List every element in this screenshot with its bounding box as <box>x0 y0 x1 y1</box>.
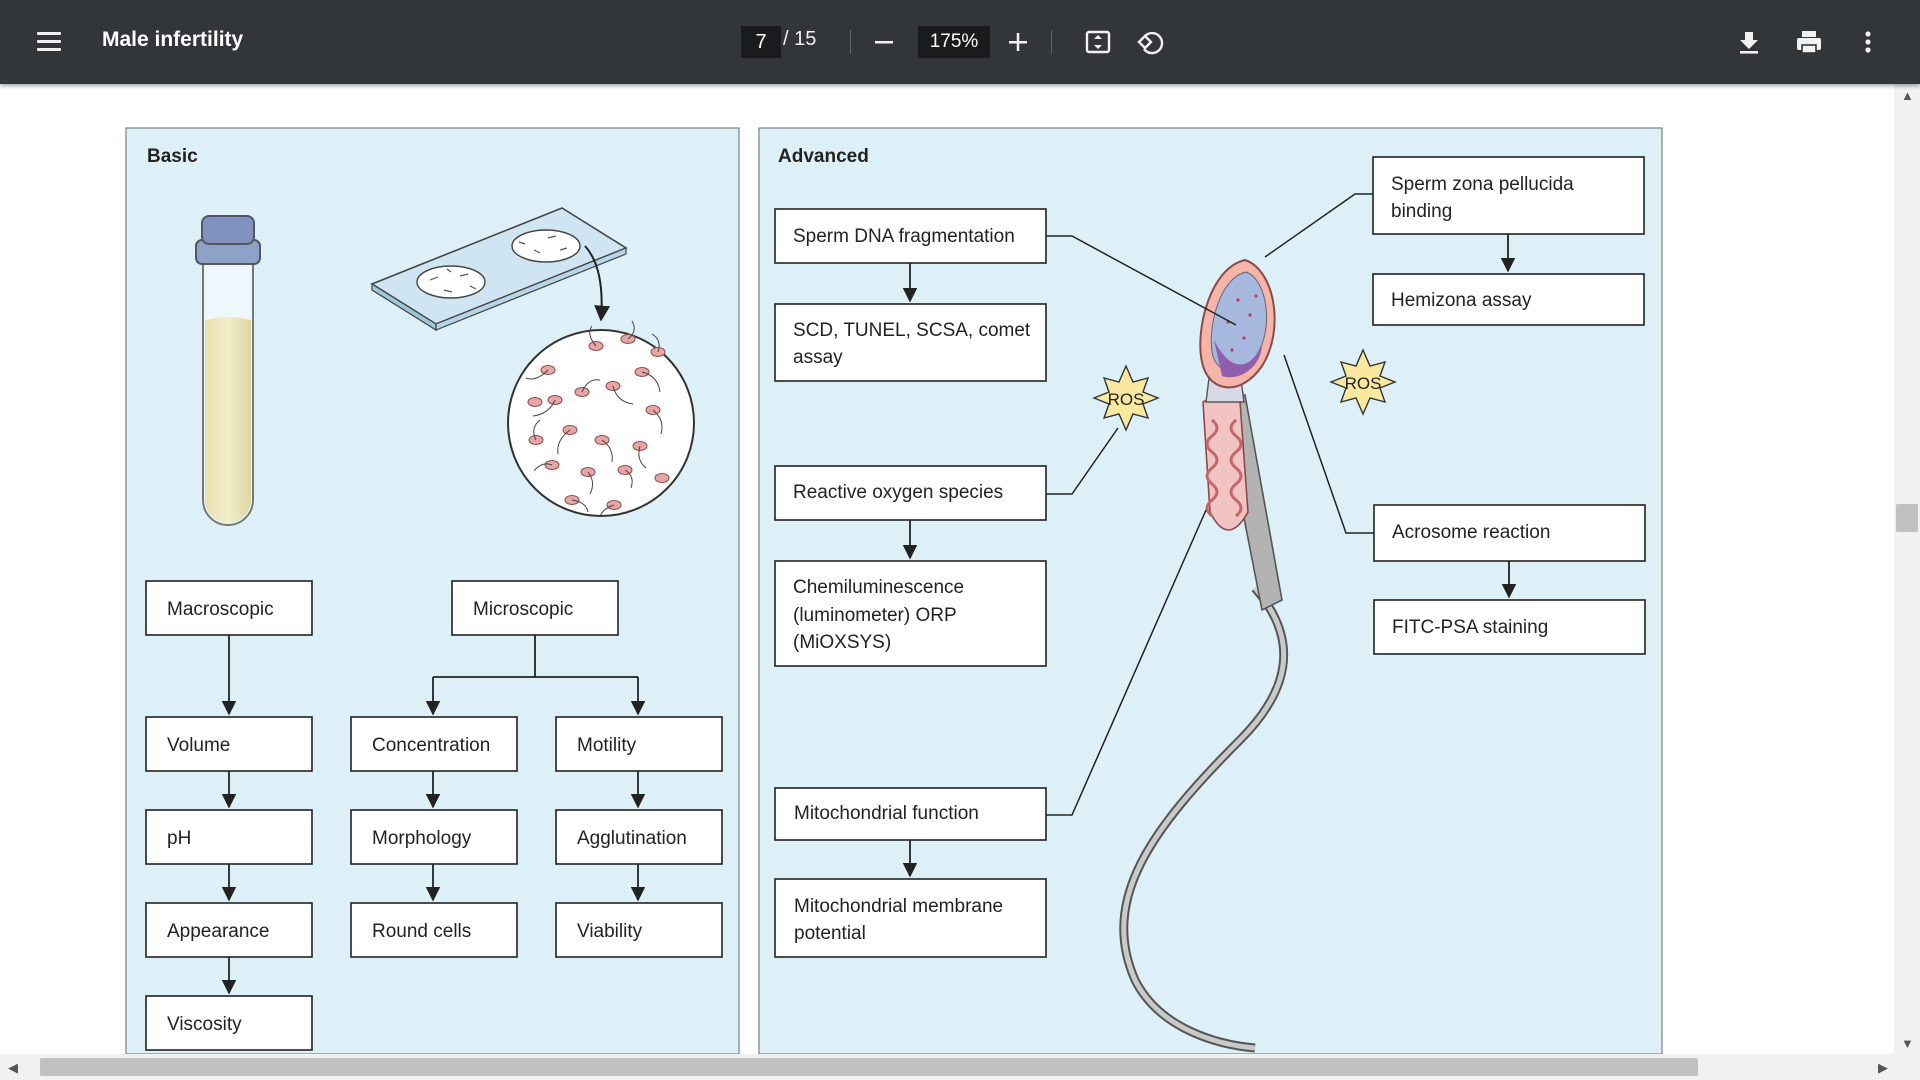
scroll-right-arrow-icon[interactable]: ▶ <box>1878 1060 1888 1076</box>
download-icon <box>1740 32 1758 54</box>
label-mito-mem-line2: potential <box>794 923 866 944</box>
fit-page-button[interactable] <box>1080 24 1116 60</box>
label-agglutination: Agglutination <box>577 828 687 849</box>
label-zona-line2: binding <box>1391 201 1452 222</box>
label-chem-line1: Chemiluminescence <box>793 577 964 598</box>
scroll-up-arrow-icon[interactable]: ▲ <box>1901 88 1914 103</box>
label-chem-line2: (luminometer) ORP <box>793 605 957 626</box>
download-button[interactable] <box>1731 24 1767 60</box>
minus-icon <box>875 41 893 44</box>
toolbar-divider <box>850 30 851 54</box>
label-ph: pH <box>167 828 191 849</box>
basic-heading: Basic <box>147 146 198 167</box>
label-scd-line1: SCD, TUNEL, SCSA, comet <box>793 320 1031 341</box>
label-microscopic: Microscopic <box>473 599 573 620</box>
box-zona-binding <box>1372 156 1645 235</box>
scroll-down-arrow-icon[interactable]: ▼ <box>1901 1036 1914 1051</box>
label-volume: Volume <box>167 735 230 756</box>
document-viewport: Basic Advanced Macroscopic Microscopic V… <box>0 84 1894 1054</box>
label-zona-line1: Sperm zona pellucida <box>1391 174 1574 195</box>
label-viscosity: Viscosity <box>167 1014 242 1035</box>
zoom-in-button[interactable] <box>1000 24 1036 60</box>
zoom-input[interactable] <box>918 26 990 58</box>
label-round-cells: Round cells <box>372 921 471 942</box>
label-scd-line2: assay <box>793 347 843 368</box>
rotate-icon <box>1137 31 1164 55</box>
label-viability: Viability <box>577 921 643 942</box>
label-motility: Motility <box>577 735 637 756</box>
box-scd-tunel <box>774 303 1047 382</box>
ros-badge-1-label: ROS <box>1108 390 1145 409</box>
rotate-button[interactable] <box>1133 24 1169 60</box>
plus-icon <box>1009 33 1027 51</box>
pdf-toolbar: Male infertility / 15 <box>0 0 1920 84</box>
box-mito-membrane <box>774 878 1047 958</box>
vertical-scrollbar[interactable] <box>1894 84 1920 1054</box>
label-chem-line3: (MiOXSYS) <box>793 632 891 653</box>
label-mito-mem-line1: Mitochondrial membrane <box>794 896 1003 917</box>
more-vert-icon <box>1865 31 1871 53</box>
vertical-scroll-thumb[interactable] <box>1896 504 1918 532</box>
more-actions-button[interactable] <box>1850 24 1886 60</box>
horizontal-scroll-thumb[interactable] <box>40 1058 1698 1076</box>
page-total: / 15 <box>783 28 817 50</box>
label-mito-function: Mitochondrial function <box>794 803 979 824</box>
label-fitc: FITC-PSA staining <box>1392 617 1548 638</box>
document-title: Male infertility <box>102 28 244 51</box>
test-tube-icon <box>195 215 261 526</box>
label-dna-fragmentation: Sperm DNA fragmentation <box>793 226 1015 247</box>
label-concentration: Concentration <box>372 735 490 756</box>
label-hemizona: Hemizona assay <box>1391 290 1532 311</box>
scroll-left-arrow-icon[interactable]: ◀ <box>8 1060 18 1076</box>
label-acrosome: Acrosome reaction <box>1392 522 1550 543</box>
label-reactive-oxygen: Reactive oxygen species <box>793 482 1003 503</box>
print-icon <box>1797 31 1821 54</box>
ros-badge-2-label: ROS <box>1345 374 1382 393</box>
fit-page-icon <box>1085 30 1111 54</box>
zoom-out-button[interactable] <box>866 24 902 60</box>
page-number-input[interactable] <box>741 26 781 58</box>
advanced-heading: Advanced <box>778 146 869 167</box>
print-button[interactable] <box>1791 24 1827 60</box>
label-appearance: Appearance <box>167 921 269 942</box>
figure-page: Basic Advanced Macroscopic Microscopic V… <box>125 127 1663 1054</box>
menu-icon[interactable] <box>34 28 64 56</box>
toolbar-divider <box>1051 30 1052 54</box>
label-macroscopic: Macroscopic <box>167 599 274 620</box>
label-morphology: Morphology <box>372 828 472 849</box>
